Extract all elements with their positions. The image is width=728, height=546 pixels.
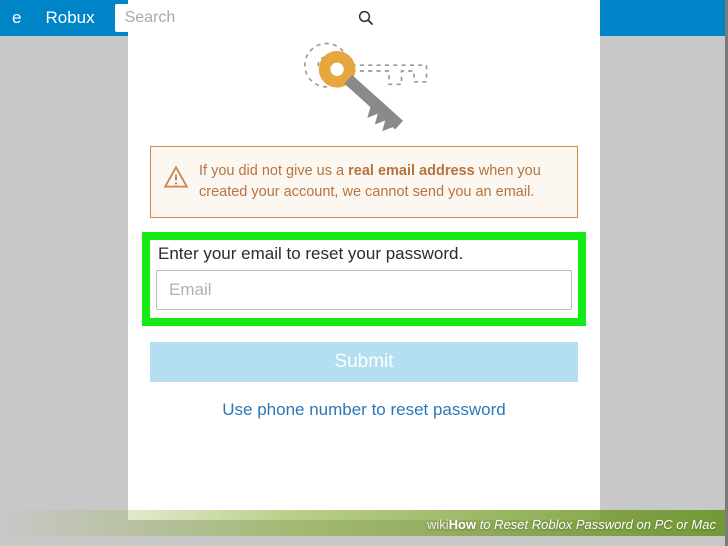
email-section-highlight: Enter your email to reset your password. xyxy=(142,232,586,326)
search-wrap xyxy=(115,4,383,32)
nav-item-robux[interactable]: Robux xyxy=(33,0,106,36)
warning-text-before: If you did not give us a xyxy=(199,163,348,179)
key-illustration xyxy=(128,36,600,136)
footer-how: How xyxy=(449,517,476,532)
top-nav: e Robux xyxy=(0,0,728,36)
search-input[interactable] xyxy=(115,4,383,32)
search-icon[interactable] xyxy=(357,9,375,27)
footer-wiki: wiki xyxy=(427,517,449,532)
warning-icon xyxy=(163,165,189,191)
email-input[interactable] xyxy=(156,270,572,310)
submit-button[interactable]: Submit xyxy=(150,342,578,382)
reset-password-card: If you did not give us a real email addr… xyxy=(128,0,600,520)
footer-attribution: wikiHow to Reset Roblox Password on PC o… xyxy=(0,504,728,536)
use-phone-link[interactable]: Use phone number to reset password xyxy=(128,400,600,420)
footer-title: to Reset Roblox Password on PC or Mac xyxy=(476,517,716,532)
warning-text-bold: real email address xyxy=(348,163,475,179)
nav-item-partial[interactable]: e xyxy=(0,0,33,36)
reset-instruction: Enter your email to reset your password. xyxy=(158,244,572,264)
email-warning-notice: If you did not give us a real email addr… xyxy=(150,146,578,218)
